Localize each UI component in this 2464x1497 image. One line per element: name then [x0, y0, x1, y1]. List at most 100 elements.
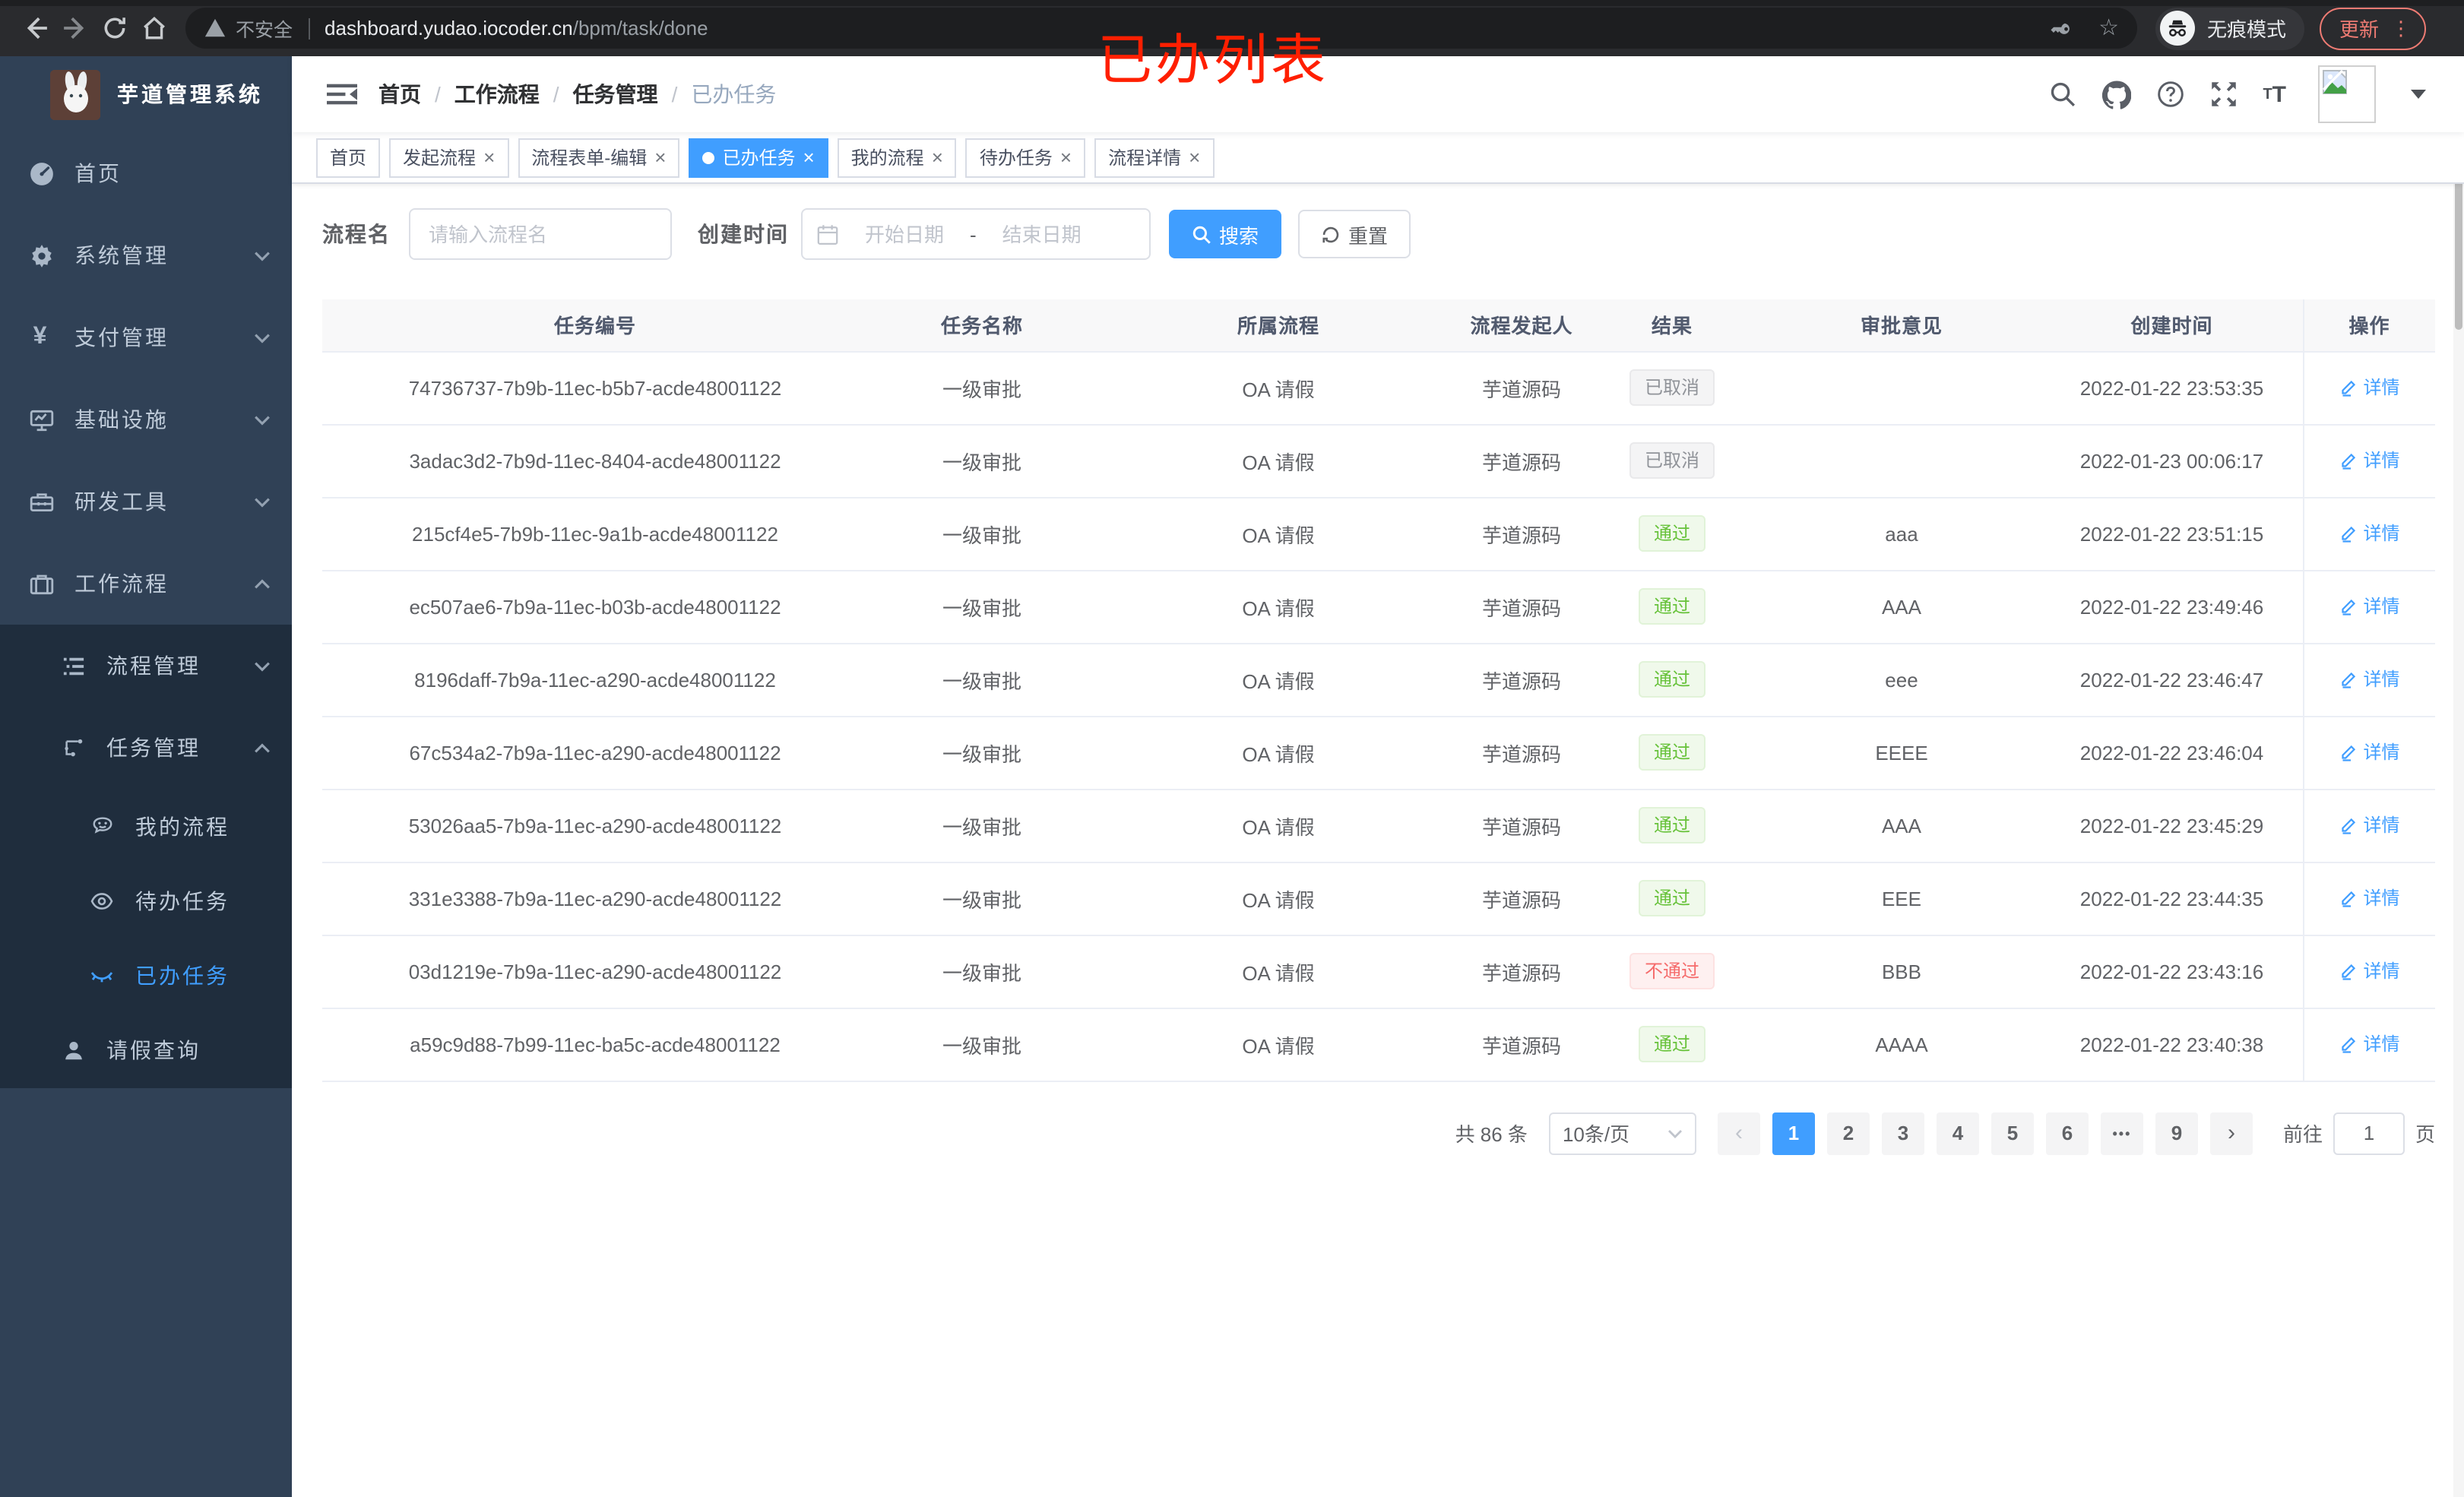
page-button-4[interactable]: 4	[1936, 1112, 1979, 1154]
sidebar-item-leave-query[interactable]: 请假查询	[0, 1012, 292, 1088]
search-icon[interactable]	[2048, 81, 2076, 108]
sidebar-item-task-mgmt[interactable]: 任务管理	[0, 707, 292, 789]
page-button-3[interactable]: 3	[1881, 1112, 1924, 1154]
sidebar-item-process-mgmt[interactable]: 流程管理	[0, 625, 292, 707]
calendar-icon	[816, 223, 839, 245]
sidebar-item-infra[interactable]: 基础设施	[0, 378, 292, 460]
opinion: AAA	[1762, 789, 2041, 862]
sidebar-item-devtools[interactable]: 研发工具	[0, 460, 292, 543]
sidebar-item-payment[interactable]: ¥ 支付管理	[0, 296, 292, 378]
detail-button[interactable]: 详情	[2339, 521, 2400, 546]
help-icon[interactable]	[2156, 81, 2184, 108]
detail-button[interactable]: 详情	[2339, 739, 2400, 765]
detail-button[interactable]: 详情	[2339, 958, 2400, 984]
avatar-caret-icon[interactable]	[2411, 90, 2426, 99]
task-name: 一级审批	[868, 570, 1096, 644]
breadcrumb-task-mgmt[interactable]: 任务管理	[540, 79, 658, 109]
url-path: /bpm/task/done	[572, 17, 708, 40]
tab-my-process[interactable]: 我的流程	[837, 138, 957, 177]
fullscreen-icon[interactable]	[2209, 81, 2237, 108]
result-badge: 已取消	[1629, 442, 1715, 479]
close-icon[interactable]	[1060, 147, 1072, 167]
tab-todo-tasks[interactable]: 待办任务	[965, 138, 1086, 177]
reload-icon[interactable]	[94, 8, 134, 48]
start-date-input[interactable]	[848, 223, 961, 245]
pagination: 共 86 条 10条/页 ‹ 1 2 3 4 5 6 ••• 9 › 前往 1 …	[322, 1112, 2435, 1154]
starter: 芋道源码	[1461, 351, 1582, 425]
task-name: 一级审批	[868, 424, 1096, 498]
back-icon[interactable]	[15, 8, 55, 48]
detail-button[interactable]: 详情	[2339, 885, 2400, 911]
page-button-1[interactable]: 1	[1772, 1112, 1815, 1154]
sidebar-item-workflow[interactable]: 工作流程	[0, 543, 292, 625]
avatar[interactable]	[2318, 65, 2376, 123]
app-logo[interactable]: 芋道管理系统	[0, 56, 292, 132]
close-icon[interactable]	[932, 147, 943, 167]
sidebar-collapse-icon[interactable]	[327, 79, 357, 109]
goto-page-input[interactable]	[2333, 1112, 2405, 1154]
tab-process-detail[interactable]: 流程详情	[1094, 138, 1215, 177]
opinion: eee	[1762, 643, 2041, 717]
page-button-5[interactable]: 5	[1991, 1112, 2034, 1154]
github-icon[interactable]	[2101, 80, 2131, 109]
starter: 芋道源码	[1461, 935, 1582, 1008]
sidebar-item-system[interactable]: 系统管理	[0, 214, 292, 296]
create-time: 2022-01-22 23:43:16	[2041, 935, 2303, 1008]
tab-home[interactable]: 首页	[316, 138, 381, 177]
detail-button[interactable]: 详情	[2339, 1031, 2400, 1057]
breadcrumb-home[interactable]: 首页	[378, 79, 421, 109]
result-badge: 通过	[1638, 661, 1705, 698]
sidebar-item-my-process[interactable]: 我的流程	[0, 789, 292, 863]
more-pages-button[interactable]: •••	[2100, 1112, 2143, 1154]
sidebar-item-label: 系统管理	[74, 243, 169, 267]
font-size-icon[interactable]: TT	[2263, 81, 2286, 107]
sidebar-item-done-tasks[interactable]: 已办任务	[0, 938, 292, 1012]
browser-menu-icon[interactable]: ⋮	[2391, 16, 2411, 40]
table-row: 53026aa5-7b9a-11ec-a290-acde48001122 一级审…	[322, 789, 2435, 862]
search-button[interactable]: 搜索	[1169, 210, 1282, 258]
url-host: dashboard.yudao.iocoder.cn	[325, 17, 573, 40]
detail-button[interactable]: 详情	[2339, 448, 2400, 473]
create-time: 2022-01-22 23:46:04	[2041, 716, 2303, 790]
forward-icon[interactable]	[55, 8, 94, 48]
sidebar-item-home[interactable]: 首页	[0, 132, 292, 214]
task-name: 一级审批	[868, 643, 1096, 717]
tab-start-process[interactable]: 发起流程	[389, 138, 509, 177]
page-size-value: 10条/页	[1562, 1123, 1630, 1146]
breadcrumb-workflow[interactable]: 工作流程	[421, 79, 540, 109]
page-button-9[interactable]: 9	[2155, 1112, 2198, 1154]
detail-button[interactable]: 详情	[2339, 593, 2400, 619]
bookmark-star-icon[interactable]: ☆	[2098, 17, 2119, 40]
tab-done-tasks[interactable]: 已办任务	[689, 138, 828, 177]
page-button-2[interactable]: 2	[1826, 1112, 1870, 1154]
detail-label: 详情	[2363, 523, 2400, 545]
next-page-button[interactable]: ›	[2209, 1112, 2253, 1154]
sidebar-item-todo-tasks[interactable]: 待办任务	[0, 863, 292, 938]
close-icon[interactable]	[654, 147, 666, 167]
gear-icon	[27, 242, 55, 268]
close-icon[interactable]	[803, 147, 814, 167]
tab-form-edit[interactable]: 流程表单-编辑	[518, 138, 680, 177]
end-date-input[interactable]	[985, 223, 1098, 245]
detail-button[interactable]: 详情	[2339, 666, 2400, 692]
close-icon[interactable]	[1189, 147, 1200, 167]
tags-view: 首页 发起流程 流程表单-编辑 已办任务 我的流程 待办任务 流程详情	[292, 132, 2464, 184]
page-button-6[interactable]: 6	[2045, 1112, 2089, 1154]
update-button[interactable]: 更新 ⋮	[2320, 7, 2427, 49]
page-scrollbar[interactable]	[2453, 56, 2464, 1497]
process-name-input[interactable]	[409, 208, 672, 260]
chevron-down-icon	[1667, 1129, 1682, 1138]
page-size-select[interactable]: 10条/页	[1548, 1112, 1696, 1154]
edit-icon	[2341, 380, 2355, 397]
sidebar-item-label: 待办任务	[135, 888, 230, 913]
workflow-submenu: 流程管理 任务管理 我的流程 待办任务 已办任务 请假查询	[0, 625, 292, 1088]
date-range-picker[interactable]: -	[801, 208, 1151, 260]
home-icon[interactable]	[134, 8, 173, 48]
detail-label: 详情	[2363, 1033, 2400, 1055]
detail-button[interactable]: 详情	[2339, 375, 2400, 400]
password-key-icon[interactable]	[2050, 16, 2074, 40]
close-icon[interactable]	[483, 147, 495, 167]
prev-page-button[interactable]: ‹	[1717, 1112, 1760, 1154]
detail-button[interactable]: 详情	[2339, 812, 2400, 838]
reset-button[interactable]: 重置	[1298, 210, 1411, 258]
